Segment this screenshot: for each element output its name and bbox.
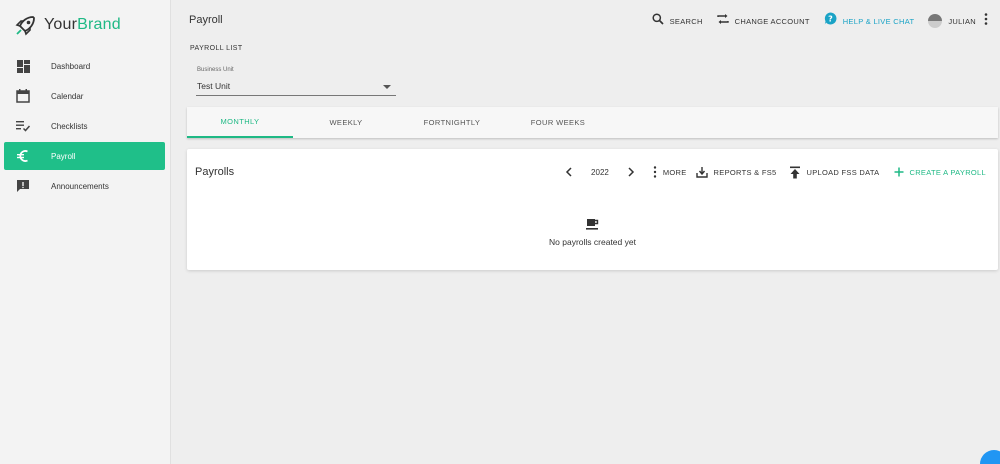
dashboard-icon: [15, 58, 31, 74]
sidebar-item-calendar[interactable]: Calendar: [4, 82, 165, 110]
announcement-icon: [15, 178, 31, 194]
euro-icon: [15, 148, 31, 164]
page-title: Payroll: [189, 14, 223, 26]
tab-monthly[interactable]: MONTHLY: [187, 107, 293, 138]
dropdown-arrow-icon: [383, 85, 391, 89]
checklist-icon: [15, 118, 31, 134]
change-account-label: CHANGE ACCOUNT: [734, 16, 810, 26]
help-live-chat-button[interactable]: ? HELP & LIVE CHAT: [824, 12, 915, 30]
create-payroll-button[interactable]: CREATE A PAYROLL: [894, 167, 987, 177]
help-icon: ?: [824, 12, 837, 30]
next-year-button[interactable]: [627, 167, 635, 177]
sidebar-nav: Dashboard Calendar Checklists Payroll An…: [4, 52, 165, 202]
payrolls-actions: 2022 MORE REPORTS & FS5 UPLOAD FSS DATA …: [565, 163, 986, 181]
payrolls-title: Payrolls: [195, 166, 235, 178]
upload-label: UPLOAD FSS DATA: [806, 167, 880, 177]
more-vert-icon: [653, 166, 657, 178]
business-unit-label: Business Unit: [197, 67, 234, 73]
user-menu-button[interactable]: JULIAN: [928, 14, 976, 28]
swap-icon: [716, 12, 729, 30]
brand-name: YourBrand: [44, 16, 121, 33]
plus-icon: [894, 167, 903, 177]
business-unit-select[interactable]: Test Unit: [196, 77, 396, 96]
more-vert-button[interactable]: [984, 12, 988, 30]
sidebar-item-label: Checklists: [51, 121, 88, 131]
user-name: JULIAN: [948, 16, 976, 26]
empty-state-text: No payrolls created yet: [549, 237, 636, 247]
payroll-list-heading: PAYROLL LIST: [190, 45, 243, 52]
sidebar-item-label: Dashboard: [51, 61, 91, 71]
svg-text:?: ?: [828, 14, 833, 23]
sidebar-item-checklists[interactable]: Checklists: [4, 112, 165, 140]
chevron-right-icon: [628, 167, 634, 177]
search-icon: [652, 12, 664, 30]
main-content: Payroll SEARCH CHANGE ACCOUNT ? HELP & L…: [172, 0, 1000, 464]
search-label: SEARCH: [669, 16, 703, 26]
upload-fss-data-button[interactable]: UPLOAD FSS DATA: [789, 166, 880, 179]
reports-fs5-button[interactable]: REPORTS & FS5: [695, 166, 777, 178]
calendar-icon: [15, 88, 31, 104]
more-label: MORE: [662, 167, 687, 177]
empty-state: No payrolls created yet: [187, 217, 998, 247]
tab-fortnightly[interactable]: FORTNIGHTLY: [399, 107, 505, 138]
upload-icon: [789, 166, 800, 178]
search-button[interactable]: SEARCH: [652, 12, 703, 30]
more-button[interactable]: MORE: [653, 166, 687, 178]
sidebar-item-announcements[interactable]: Announcements: [4, 172, 165, 200]
sidebar-item-label: Calendar: [51, 91, 84, 101]
change-account-button[interactable]: CHANGE ACCOUNT: [716, 12, 810, 30]
more-vert-icon: [984, 12, 988, 30]
frequency-tabs: MONTHLY WEEKLY FORTNIGHTLY FOUR WEEKS: [187, 107, 998, 138]
help-label: HELP & LIVE CHAT: [842, 16, 915, 26]
business-unit-value: Test Unit: [197, 81, 231, 91]
brand-logo-link[interactable]: YourBrand: [13, 12, 121, 38]
sidebar-item-label: Announcements: [51, 181, 109, 191]
sidebar-item-payroll[interactable]: Payroll: [4, 142, 165, 170]
reports-label: REPORTS & FS5: [713, 167, 777, 177]
sidebar-item-dashboard[interactable]: Dashboard: [4, 52, 165, 80]
top-toolbar: SEARCH CHANGE ACCOUNT ? HELP & LIVE CHAT…: [638, 12, 988, 30]
download-icon: [695, 167, 708, 178]
tab-four-weeks[interactable]: FOUR WEEKS: [505, 107, 611, 138]
coffee-icon: [585, 217, 600, 231]
previous-year-button[interactable]: [565, 167, 573, 177]
chevron-left-icon: [565, 167, 572, 177]
payrolls-card: Payrolls 2022 MORE REPORTS & FS5 UPLOAD …: [187, 149, 998, 270]
rocket-icon: [13, 12, 39, 38]
chat-fab-button[interactable]: [980, 450, 1000, 464]
create-label: CREATE A PAYROLL: [909, 167, 986, 177]
tab-weekly[interactable]: WEEKLY: [293, 107, 399, 138]
avatar: [928, 14, 943, 28]
sidebar: YourBrand Dashboard Calendar Checklists …: [0, 0, 171, 464]
year-display: 2022: [591, 167, 609, 177]
sidebar-item-label: Payroll: [51, 151, 76, 161]
